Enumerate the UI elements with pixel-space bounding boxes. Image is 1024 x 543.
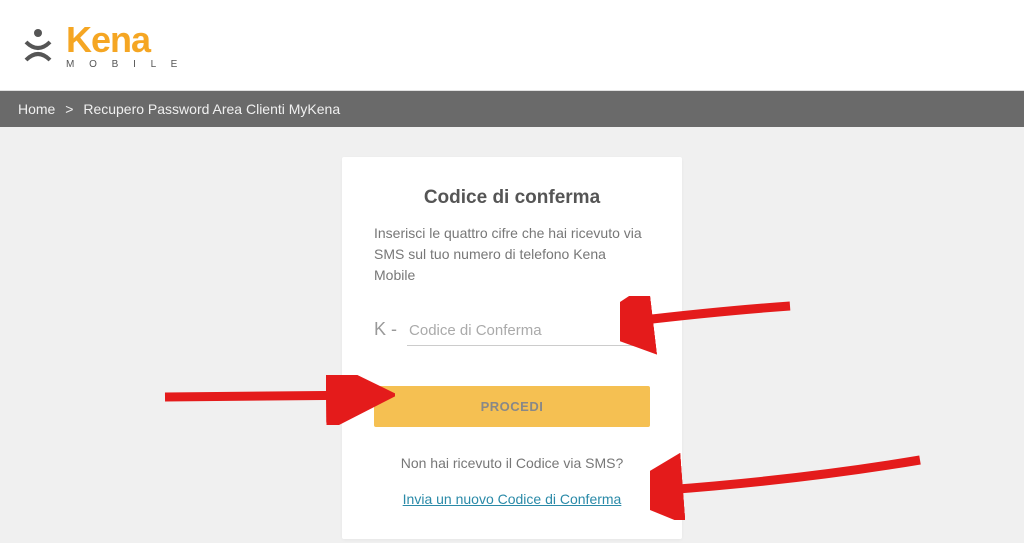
- breadcrumb-home[interactable]: Home: [18, 101, 55, 117]
- logo-text: Kena M O B I L E: [66, 22, 183, 70]
- breadcrumb-separator: >: [65, 101, 73, 117]
- main-content: Codice di conferma Inserisci le quattro …: [0, 127, 1024, 539]
- confirmation-card: Codice di conferma Inserisci le quattro …: [342, 157, 682, 539]
- breadcrumb-current: Recupero Password Area Clienti MyKena: [83, 101, 340, 117]
- logo-main-text: Kena: [66, 22, 183, 58]
- logo[interactable]: Kena M O B I L E: [20, 22, 1004, 70]
- header: Kena M O B I L E: [0, 0, 1024, 91]
- not-received-text: Non hai ricevuto il Codice via SMS?: [374, 455, 650, 471]
- logo-sub-text: M O B I L E: [66, 60, 183, 70]
- confirmation-code-input[interactable]: [407, 316, 650, 346]
- card-description: Inserisci le quattro cifre che hai ricev…: [374, 223, 650, 286]
- code-input-row: K -: [374, 316, 650, 346]
- input-prefix: K -: [374, 319, 397, 340]
- resend-code-link[interactable]: Invia un nuovo Codice di Conferma: [403, 491, 622, 507]
- card-title: Codice di conferma: [374, 187, 650, 209]
- breadcrumb: Home > Recupero Password Area Clienti My…: [0, 91, 1024, 127]
- proceed-button[interactable]: PROCEDI: [374, 386, 650, 427]
- logo-icon: [20, 28, 56, 64]
